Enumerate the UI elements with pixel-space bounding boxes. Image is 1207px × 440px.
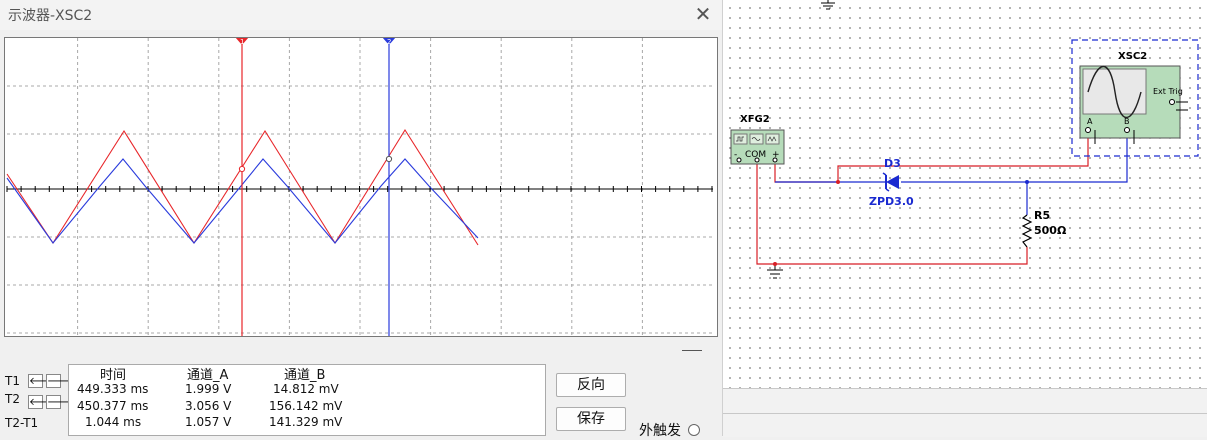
col-header-ch-b: 通道_B (284, 368, 326, 383)
window-titlebar[interactable]: 示波器-XSC2 ✕ (0, 0, 722, 30)
t1-right-button[interactable]: 🡒 (46, 374, 74, 388)
t1-row-label: T1 (5, 374, 20, 388)
t1-left-button[interactable]: 🡐 (28, 374, 56, 388)
oscilloscope-window: 示波器-XSC2 ✕ 1 2 T1 T2 T2-T1 🡐 🡒 🡐 🡒 时间 通道… (0, 0, 723, 439)
col-header-ch-a: 通道_A (187, 368, 229, 383)
save-button[interactable]: 保存 (556, 407, 626, 431)
reverse-button[interactable]: 反向 (556, 373, 626, 397)
panel-collapse-handle[interactable] (682, 350, 702, 351)
scope-display: 1 2 (4, 37, 718, 337)
resistor-ref: R5 (1034, 209, 1050, 222)
ground-symbol-bottom (767, 269, 783, 279)
ground-symbol-top (821, 0, 835, 10)
close-icon[interactable]: ✕ (692, 2, 714, 26)
t2-ch-b: 156.142 mV (269, 399, 343, 413)
delta-time: 1.044 ms (85, 415, 142, 429)
t2-left-button[interactable]: 🡐 (28, 395, 56, 409)
delta-ch-a: 1.057 V (185, 415, 232, 429)
t2-right-button[interactable]: 🡒 (46, 395, 74, 409)
xfg2-label: XFG2 (740, 114, 770, 125)
t2-time: 450.377 ms (77, 399, 149, 413)
window-title: 示波器-XSC2 (8, 8, 93, 24)
scope-plot: 1 2 (6, 38, 713, 336)
svg-text:1: 1 (240, 38, 244, 46)
wires (756, 136, 1128, 270)
xsc2-ext-trig-label: Ext Trig (1153, 87, 1183, 96)
cursor-t1-marker (238, 165, 246, 173)
scope-x-axis (6, 186, 713, 192)
xsc2-label: XSC2 (1118, 51, 1147, 62)
xsc2-b-label: B (1124, 117, 1130, 126)
cursor-t1-handle[interactable]: 1 (235, 38, 249, 46)
delta-ch-b: 141.329 mV (269, 415, 343, 429)
t1-ch-a: 1.999 V (185, 382, 232, 396)
cursor-t2-handle[interactable]: 2 (382, 38, 396, 46)
t1-ch-b: 14.812 mV (273, 382, 339, 396)
xsc2-a-label: A (1087, 117, 1093, 126)
t1-time: 449.333 ms (77, 382, 149, 396)
diode-d3[interactable] (882, 172, 899, 192)
diode-ref: D3 (884, 157, 901, 170)
svg-text:2: 2 (387, 38, 391, 46)
xfg2-com-label: COM (745, 150, 766, 160)
external-trigger-radio[interactable] (688, 424, 700, 436)
cursor-t2-marker (385, 155, 393, 163)
xfg2-minus-label: - (734, 150, 737, 160)
t2-row-label: T2 (5, 392, 20, 406)
diode-value: ZPD3.0 (869, 195, 914, 208)
resistor-r5[interactable] (1021, 214, 1033, 248)
external-trigger-label: 外触发 (639, 423, 681, 439)
delta-row-label: T2-T1 (5, 416, 39, 430)
t2-ch-a: 3.056 V (185, 399, 232, 413)
col-header-time: 时间 (100, 368, 127, 383)
xfg2-plus-label: + (772, 150, 780, 160)
resistor-value: 500Ω (1034, 224, 1067, 237)
